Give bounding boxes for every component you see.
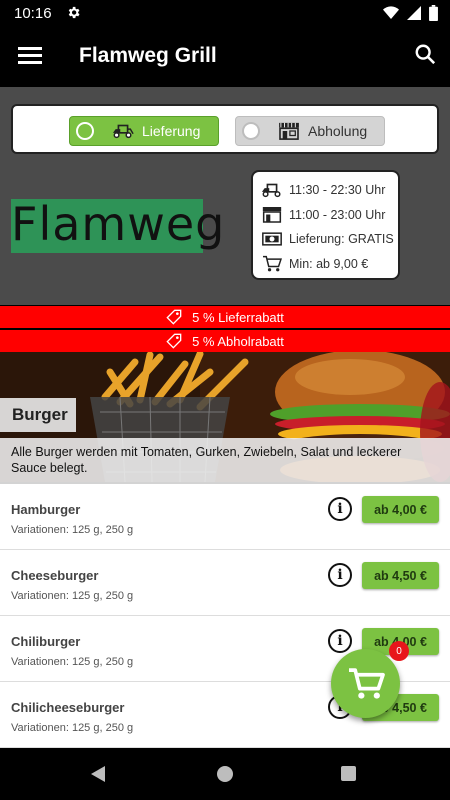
delivery-fee: Lieferung: GRATIS	[289, 232, 394, 247]
item-name: Chiliburger	[11, 634, 81, 649]
item-name: Hamburger	[11, 502, 81, 517]
app-title: Flamweg Grill	[79, 44, 217, 67]
status-icons	[383, 5, 438, 21]
delivery-hours: 11:30 - 22:30 Uhr	[289, 183, 386, 198]
hamburger-menu-icon[interactable]	[18, 45, 44, 69]
delivery-scooter-icon	[112, 123, 134, 139]
list-item[interactable]: Cheeseburger Variationen: 125 g, 250 g i…	[0, 550, 450, 616]
shopping-cart-icon	[261, 255, 283, 273]
search-icon[interactable]	[414, 43, 436, 70]
delivery-mode-button[interactable]: Lieferung	[69, 116, 219, 146]
pickup-mode-label: Abholung	[308, 123, 368, 139]
delivery-mode-label: Lieferung	[142, 123, 201, 139]
delivery-hours-row: 11:30 - 22:30 Uhr	[261, 178, 398, 203]
storefront-icon	[278, 122, 300, 140]
list-item[interactable]: Hamburger Variationen: 125 g, 250 g i ab…	[0, 484, 450, 550]
pickup-mode-button[interactable]: Abholung	[235, 116, 385, 146]
item-variations: Variationen: 125 g, 250 g	[11, 722, 134, 734]
money-icon	[261, 232, 283, 246]
price-tag-icon	[166, 333, 182, 349]
info-icon[interactable]: i	[328, 563, 352, 587]
signal-icon	[407, 6, 421, 20]
min-order-row: Min: ab 9,00 €	[261, 252, 398, 277]
battery-icon	[429, 5, 438, 21]
restaurant-header: Lieferung Abholung Flamweg 11:30 - 22:30…	[0, 87, 450, 305]
category-title: Burger	[0, 398, 76, 432]
item-variations: Variationen: 125 g, 250 g	[11, 656, 134, 668]
restaurant-info-box: 11:30 - 22:30 Uhr 11:00 - 23:00 Uhr Lief…	[251, 170, 400, 280]
radio-delivery-icon	[76, 122, 94, 140]
cart-button[interactable]	[331, 649, 400, 718]
price-button[interactable]: ab 4,50 €	[362, 562, 439, 589]
item-name: Chilicheeseburger	[11, 700, 125, 715]
item-name: Cheeseburger	[11, 568, 99, 583]
min-order: Min: ab 9,00 €	[289, 256, 369, 271]
pickup-discount-banner: 5 % Abholrabatt	[0, 330, 450, 352]
cart-count-badge: 0	[389, 641, 409, 661]
recent-apps-icon[interactable]	[341, 766, 356, 781]
info-icon[interactable]: i	[328, 497, 352, 521]
pickup-hours-row: 11:00 - 23:00 Uhr	[261, 203, 398, 228]
category-description: Alle Burger werden mit Tomaten, Gurken, …	[0, 438, 450, 484]
item-variations: Variationen: 125 g, 250 g	[11, 590, 134, 602]
delivery-fee-row: Lieferung: GRATIS	[261, 227, 398, 252]
wifi-icon	[383, 6, 399, 19]
pickup-discount-text: 5 % Abholrabatt	[192, 333, 284, 349]
price-tag-icon	[166, 309, 182, 325]
item-variations: Variationen: 125 g, 250 g	[11, 524, 134, 536]
order-mode-selector: Lieferung Abholung	[11, 104, 439, 154]
delivery-discount-text: 5 % Lieferrabatt	[192, 309, 284, 325]
shopping-cart-icon	[348, 667, 385, 699]
delivery-discount-banner: 5 % Lieferrabatt	[0, 306, 450, 328]
price-button[interactable]: ab 4,00 €	[362, 496, 439, 523]
delivery-scooter-icon	[261, 182, 283, 198]
home-icon[interactable]	[217, 766, 233, 782]
info-icon[interactable]: i	[328, 629, 352, 653]
settings-gear-icon	[66, 5, 81, 25]
radio-pickup-icon	[242, 122, 260, 140]
logo-text: Flamweg	[11, 197, 226, 251]
pickup-hours: 11:00 - 23:00 Uhr	[289, 207, 386, 222]
status-time: 10:16	[14, 5, 52, 22]
storefront-icon	[261, 206, 283, 223]
system-nav-bar	[0, 748, 450, 800]
restaurant-logo: Flamweg	[11, 197, 226, 253]
status-bar: 10:16	[0, 0, 450, 27]
back-icon[interactable]	[90, 765, 106, 788]
app-bar: Flamweg Grill	[0, 27, 450, 87]
